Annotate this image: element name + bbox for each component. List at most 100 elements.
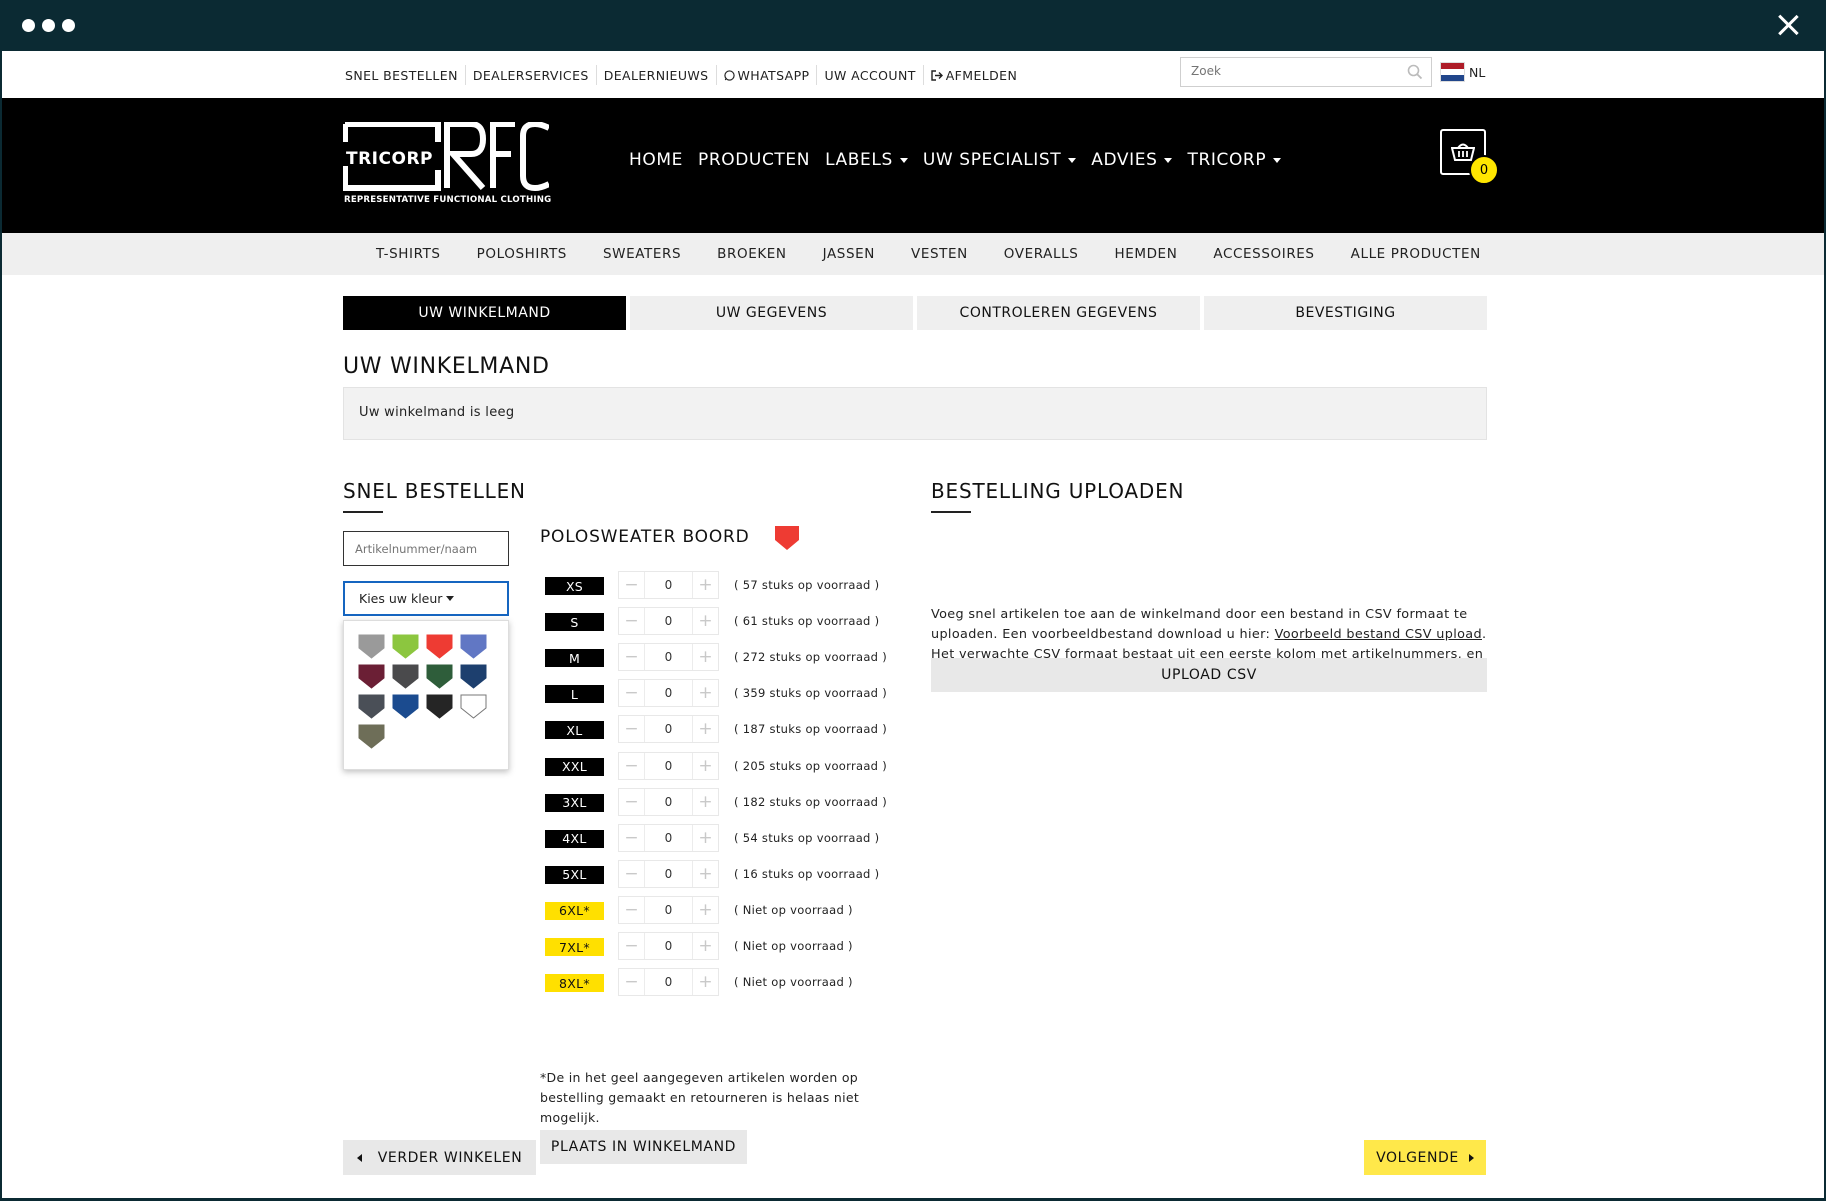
step-uw-winkelmand[interactable]: UW WINKELMAND	[343, 296, 626, 330]
increment-icon[interactable]: +	[693, 897, 718, 923]
quantity-input[interactable]: 0	[644, 933, 693, 959]
tricorp-rfc-logo[interactable]: TRICORP REPRESENTATIVE FUNCTIONAL CLOTHI…	[342, 120, 551, 208]
decrement-icon[interactable]: −	[619, 608, 644, 634]
continue-shopping-label: VERDER WINKELEN	[377, 1149, 523, 1166]
category-item[interactable]: JASSEN	[823, 246, 875, 262]
utility-link-dealernieuws[interactable]: DEALERNIEUWS	[595, 65, 716, 85]
color-swatch[interactable]	[392, 694, 419, 719]
decrement-icon[interactable]: −	[619, 789, 644, 815]
decrement-icon[interactable]: −	[619, 680, 644, 706]
increment-icon[interactable]: +	[693, 572, 718, 598]
utility-link-whatsapp[interactable]: WHATSAPP	[715, 65, 817, 85]
language-selector[interactable]: NL	[1469, 65, 1485, 80]
increment-icon[interactable]: +	[693, 825, 718, 851]
stock-info: ( 61 stuks op voorraad )	[734, 614, 880, 629]
increment-icon[interactable]: +	[693, 933, 718, 959]
step-controleren-gegevens[interactable]: CONTROLEREN GEGEVENS	[917, 296, 1200, 330]
example-csv-link[interactable]: Voorbeeld bestand CSV upload	[1275, 627, 1482, 642]
nav-item-label: PRODUCTEN	[697, 150, 811, 170]
category-item[interactable]: OVERALLS	[1004, 246, 1079, 262]
color-swatch[interactable]	[358, 724, 385, 749]
color-swatch[interactable]	[358, 694, 385, 719]
search-icon[interactable]	[1407, 64, 1423, 80]
quantity-input[interactable]: 0	[644, 752, 693, 779]
nav-item-tricorp[interactable]: TRICORP	[1187, 150, 1282, 170]
color-select-dropdown[interactable]: Kies uw kleur	[343, 581, 509, 616]
increment-icon[interactable]: +	[693, 608, 718, 634]
category-item[interactable]: BROEKEN	[717, 246, 786, 262]
next-step-button[interactable]: VOLGENDE	[1364, 1140, 1486, 1175]
size-label: 3XL	[545, 793, 604, 812]
color-swatch[interactable]	[392, 664, 419, 689]
increment-icon[interactable]: +	[693, 753, 718, 779]
category-item[interactable]: ALLE PRODUCTEN	[1351, 246, 1481, 262]
size-label: S	[545, 613, 604, 632]
decrement-icon[interactable]: −	[619, 572, 644, 598]
quantity-input[interactable]: 0	[644, 860, 693, 887]
decrement-icon[interactable]: −	[619, 861, 644, 887]
decrement-icon[interactable]: −	[619, 933, 644, 959]
color-swatch[interactable]	[358, 664, 385, 689]
category-item[interactable]: VESTEN	[911, 246, 968, 262]
nav-item-home[interactable]: HOME	[629, 150, 683, 170]
search-input[interactable]	[1191, 64, 1391, 78]
nav-item-producten[interactable]: PRODUCTEN	[698, 150, 810, 170]
quick-order-title: SNEL BESTELLEN	[343, 479, 526, 503]
category-item[interactable]: ACCESSOIRES	[1213, 246, 1314, 262]
quantity-input[interactable]: 0	[644, 572, 693, 598]
color-swatch[interactable]	[460, 694, 487, 719]
increment-icon[interactable]: +	[693, 969, 718, 995]
quantity-input[interactable]: 0	[644, 644, 693, 671]
quantity-input[interactable]: 0	[644, 788, 693, 815]
increment-icon[interactable]: +	[693, 861, 718, 887]
decrement-icon[interactable]: −	[619, 825, 644, 851]
color-swatch[interactable]	[426, 694, 453, 719]
article-number-input[interactable]	[355, 542, 505, 556]
nav-item-uw-specialist[interactable]: UW SPECIALIST	[923, 150, 1077, 170]
add-to-cart-button[interactable]: PLAATS IN WINKELMAND	[540, 1130, 747, 1164]
quantity-input[interactable]: 0	[644, 824, 693, 851]
increment-icon[interactable]: +	[693, 716, 718, 742]
decrement-icon[interactable]: −	[619, 644, 644, 670]
color-swatch[interactable]	[460, 634, 487, 659]
quantity-input[interactable]: 0	[644, 896, 693, 923]
nav-item-labels[interactable]: LABELS	[825, 150, 908, 170]
nav-item-advies[interactable]: ADVIES	[1091, 150, 1173, 170]
quantity-input[interactable]: 0	[644, 969, 693, 996]
continue-shopping-button[interactable]: VERDER WINKELEN	[343, 1140, 536, 1175]
decrement-icon[interactable]: −	[619, 716, 644, 742]
category-item[interactable]: HEMDEN	[1114, 246, 1177, 262]
increment-icon[interactable]: +	[693, 680, 718, 706]
utility-link-afmelden[interactable]: AFMELDEN	[922, 65, 1024, 85]
section-underline	[343, 511, 383, 513]
color-swatch[interactable]	[358, 634, 385, 659]
decrement-icon[interactable]: −	[619, 753, 644, 779]
decrement-icon[interactable]: −	[619, 897, 644, 923]
stock-info: ( 57 stuks op voorraad )	[734, 578, 880, 592]
decrement-icon[interactable]: −	[619, 969, 644, 995]
quantity-input[interactable]: 0	[644, 608, 693, 635]
size-label: 8XL*	[545, 974, 604, 993]
step-bevestiging[interactable]: BEVESTIGING	[1204, 296, 1487, 330]
category-item[interactable]: SWEATERS	[603, 246, 681, 262]
increment-icon[interactable]: +	[693, 789, 718, 815]
utility-link-snel-bestellen[interactable]: SNEL BESTELLEN	[343, 65, 465, 85]
color-swatch[interactable]	[426, 664, 453, 689]
utility-link-dealerservices[interactable]: DEALERSERVICES	[464, 65, 596, 85]
quantity-stepper: −0 +	[618, 571, 719, 599]
quantity-input[interactable]: 0	[644, 680, 693, 707]
size-label: L	[545, 685, 604, 704]
size-label: XL	[545, 721, 604, 740]
upload-csv-button[interactable]: UPLOAD CSV	[931, 658, 1487, 692]
close-window-icon[interactable]	[1776, 13, 1800, 37]
netherlands-flag-icon[interactable]	[1440, 62, 1465, 82]
utility-link-uw-account[interactable]: UW ACCOUNT	[816, 65, 922, 85]
color-swatch[interactable]	[460, 664, 487, 689]
category-item[interactable]: T-SHIRTS	[376, 246, 441, 262]
color-swatch[interactable]	[426, 634, 453, 659]
increment-icon[interactable]: +	[693, 644, 718, 670]
step-uw-gegevens[interactable]: UW GEGEVENS	[630, 296, 913, 330]
category-item[interactable]: POLOSHIRTS	[477, 246, 567, 262]
quantity-input[interactable]: 0	[644, 716, 693, 743]
color-swatch[interactable]	[392, 634, 419, 659]
